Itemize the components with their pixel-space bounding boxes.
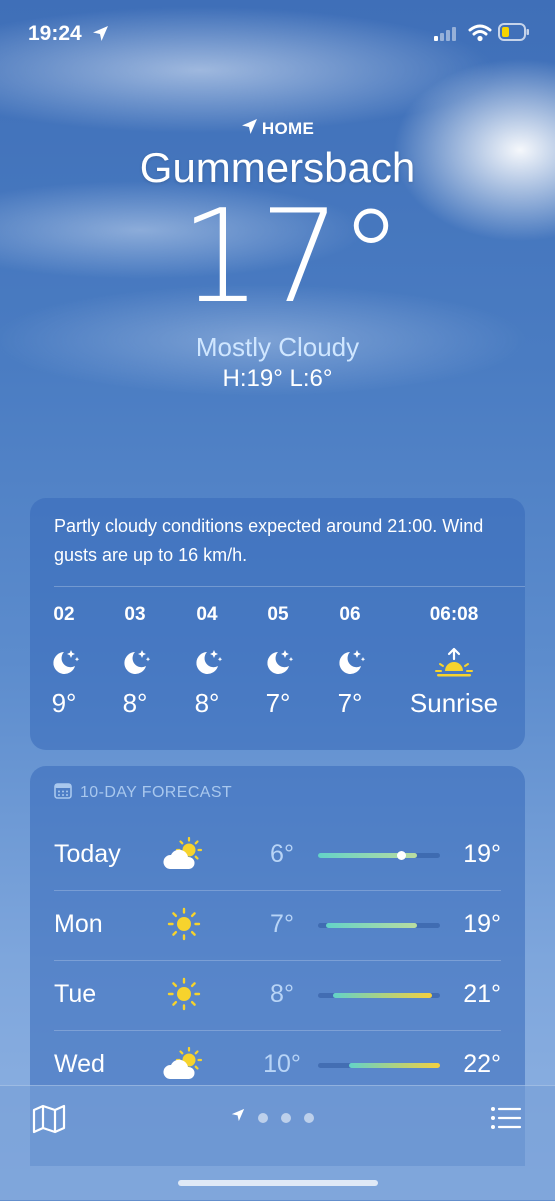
page-dot[interactable]	[281, 1112, 291, 1123]
hour-item-sunrise: 06:08 Sunrise	[394, 604, 514, 719]
high-low-temperature: H:19° L:6°	[222, 365, 333, 392]
forecast-high: 21°	[463, 980, 501, 1008]
forecast-high: 19°	[463, 910, 501, 938]
partly-sunny-icon	[160, 834, 208, 874]
moon-stars-icon	[248, 642, 308, 684]
moon-stars-icon	[105, 642, 165, 684]
hour-temperature: 8°	[122, 688, 148, 718]
hour-label: 06:08	[429, 604, 479, 625]
page-dot[interactable]	[258, 1112, 268, 1123]
location-label: HOME	[241, 118, 314, 140]
bottom-toolbar	[0, 1085, 555, 1201]
forecast-low: 6°	[270, 840, 294, 868]
forecast-day: Tue	[54, 980, 97, 1008]
home-indicator[interactable]	[178, 1180, 378, 1186]
forecast-row[interactable]: Mon 7° 19°	[54, 890, 501, 960]
moon-stars-icon	[177, 642, 237, 684]
weather-condition: Mostly Cloudy	[195, 332, 360, 362]
forecast-low: 10°	[263, 1050, 301, 1078]
battery-icon	[498, 23, 530, 46]
temperature-range-fill	[325, 923, 418, 928]
temperature-range-bar	[318, 993, 440, 998]
hour-item: 02 9°	[34, 604, 94, 719]
forecast-day: Today	[54, 840, 121, 868]
location-arrow-icon	[241, 118, 258, 140]
partly-sunny-icon	[160, 1044, 208, 1084]
hour-item: 05 7°	[248, 604, 308, 719]
forecast-row[interactable]: Today 6° 19°	[54, 820, 501, 890]
forecast-day: Mon	[54, 910, 103, 938]
hour-temperature: 7°	[265, 688, 291, 718]
hour-item: 03 8°	[105, 604, 165, 719]
forecast-row[interactable]: Tue 8° 21°	[54, 960, 501, 1030]
forecast-low: 8°	[270, 980, 294, 1008]
current-temperature: 17°	[180, 183, 403, 332]
divider	[54, 1030, 501, 1031]
location-arrow-icon	[231, 1108, 245, 1127]
current-weather-header: HOME Gummersbach 17° Mostly Cloudy H:19°…	[0, 118, 555, 393]
temperature-range-fill	[333, 993, 433, 998]
temperature-range-fill	[348, 1063, 440, 1068]
hour-label: 03	[124, 604, 146, 625]
page-dot[interactable]	[304, 1112, 314, 1123]
status-time: 19:24	[28, 22, 82, 45]
divider	[54, 586, 525, 587]
hour-item: 06 7°	[320, 604, 380, 719]
location-label-text: HOME	[261, 119, 315, 138]
page-indicator[interactable]	[231, 1108, 314, 1127]
moon-stars-icon	[34, 642, 94, 684]
battery-level	[502, 27, 509, 37]
hour-label: 02	[53, 604, 75, 625]
forecast-summary: Partly cloudy conditions expected around…	[54, 516, 484, 565]
divider	[54, 960, 501, 961]
hour-label: 04	[196, 604, 218, 625]
moon-stars-icon	[320, 642, 380, 684]
sun-icon	[160, 974, 208, 1014]
forecast-low: 7°	[270, 910, 294, 938]
location-arrow-icon	[92, 25, 109, 47]
forecast-high: 22°	[463, 1050, 501, 1078]
forecast-high: 19°	[463, 840, 501, 868]
list-icon[interactable]	[490, 1106, 522, 1135]
hour-label: 06	[339, 604, 361, 625]
temperature-range-bar	[318, 923, 440, 928]
divider	[54, 890, 501, 891]
sun-icon	[160, 904, 208, 944]
status-bar: 19:24	[0, 0, 555, 60]
hour-temperature: Sunrise	[409, 688, 499, 718]
hour-item: 04 8°	[177, 604, 237, 719]
map-icon[interactable]	[32, 1104, 66, 1139]
cellular-signal-icon	[434, 25, 460, 46]
sunrise-icon	[394, 642, 514, 684]
hour-temperature: 8°	[194, 688, 220, 718]
wifi-icon	[468, 23, 492, 47]
hour-temperature: 7°	[337, 688, 363, 718]
current-temperature-dot	[397, 851, 407, 860]
hour-label: 05	[267, 604, 289, 625]
forecast-title-text: 10-DAY FORECAST	[80, 784, 233, 801]
hourly-forecast-card[interactable]: Partly cloudy conditions expected around…	[30, 498, 525, 750]
temperature-range-bar	[318, 851, 440, 860]
calendar-icon	[54, 782, 72, 804]
forecast-day: Wed	[54, 1050, 105, 1078]
hour-temperature: 9°	[51, 688, 77, 718]
temperature-range-bar	[318, 1063, 440, 1068]
forecast-title: 10-DAY FORECAST	[54, 782, 232, 804]
